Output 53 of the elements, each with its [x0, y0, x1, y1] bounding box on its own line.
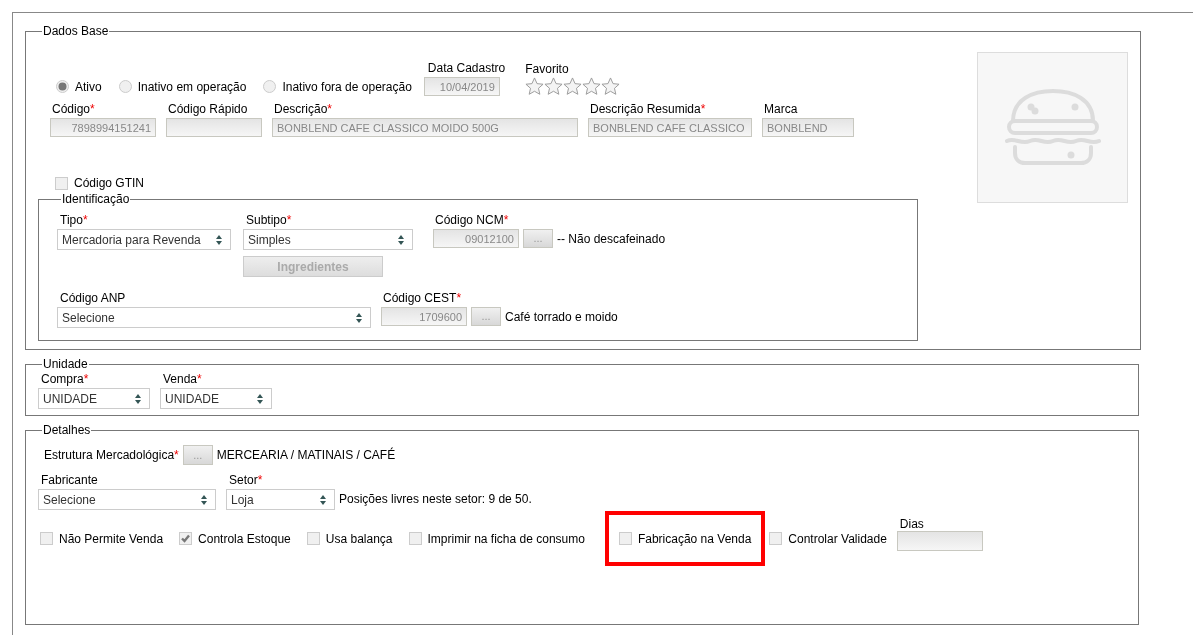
- star-icon[interactable]: [601, 77, 621, 96]
- field-label: Subtipo*: [246, 213, 293, 227]
- checkbox-label: Não Permite Venda: [59, 530, 164, 548]
- sector-info: Posições livres neste setor: 9 de 50.: [339, 491, 532, 508]
- code-description: Café torrado e moido: [505, 308, 618, 326]
- checkbox-label: Usa balança: [325, 530, 393, 548]
- dropdown[interactable]: Selecione: [57, 307, 371, 328]
- field-label: Fabricante: [41, 473, 99, 487]
- field-label: Favorito: [525, 62, 570, 76]
- code-description: -- Não descafeinado: [557, 230, 666, 248]
- radio-label: Inativo fora de operação: [282, 78, 412, 96]
- field-label: Código ANP: [60, 291, 127, 305]
- category-path: MERCEARIA / MATINAIS / CAFÉ: [216, 446, 396, 464]
- section-title: Detalhes: [42, 424, 92, 436]
- field-label: Marca: [764, 102, 799, 116]
- dropdown[interactable]: Mercadoria para Revenda: [57, 229, 231, 250]
- field-label: Código CEST*: [383, 291, 463, 305]
- lookup-button[interactable]: ...: [523, 229, 553, 248]
- field-label: Código Rápido: [168, 102, 249, 116]
- field-label: Descrição*: [274, 102, 334, 116]
- dropdown[interactable]: UNIDADE: [160, 388, 272, 409]
- field-label: Venda*: [163, 372, 203, 386]
- lookup-button[interactable]: ...: [182, 445, 213, 465]
- dropdown[interactable]: Simples: [243, 229, 413, 250]
- section-title: Identificação: [61, 193, 131, 205]
- field-label: Estrutura Mercadológica*: [44, 448, 179, 462]
- checkbox-label: Imprimir na ficha de consumo: [427, 530, 585, 548]
- checkbox-label: Controlar Validade: [788, 530, 887, 548]
- field-label: Dias: [899, 516, 925, 531]
- field-label: Código NCM*: [435, 213, 510, 227]
- dropdown[interactable]: Loja: [226, 489, 335, 510]
- checkbox-label: Código GTIN: [74, 175, 145, 192]
- radio-label: Ativo: [75, 78, 102, 96]
- section-title: Dados Base: [42, 25, 110, 37]
- star-icon[interactable]: [563, 77, 583, 96]
- field-label: Setor*: [229, 473, 264, 487]
- lookup-button[interactable]: ...: [471, 307, 501, 326]
- star-icon[interactable]: [544, 77, 564, 96]
- section-title: Unidade: [42, 358, 89, 370]
- field-label: Descrição Resumida*: [590, 102, 707, 116]
- star-rating[interactable]: [525, 77, 621, 96]
- field-label: Compra*: [41, 372, 90, 386]
- field-label: Tipo*: [60, 213, 89, 227]
- field-label: Código*: [52, 102, 96, 116]
- dropdown[interactable]: UNIDADE: [38, 388, 150, 409]
- radio-label: Inativo em operação: [137, 78, 247, 96]
- checkbox-label: Fabricação na Venda: [637, 530, 752, 548]
- checkbox-label: Controla Estoque: [198, 530, 291, 548]
- star-icon[interactable]: [525, 77, 545, 96]
- field-label: Data Cadastro: [427, 61, 506, 75]
- burger-icon: [1004, 88, 1101, 167]
- dropdown[interactable]: Selecione: [38, 489, 216, 510]
- star-icon[interactable]: [582, 77, 602, 96]
